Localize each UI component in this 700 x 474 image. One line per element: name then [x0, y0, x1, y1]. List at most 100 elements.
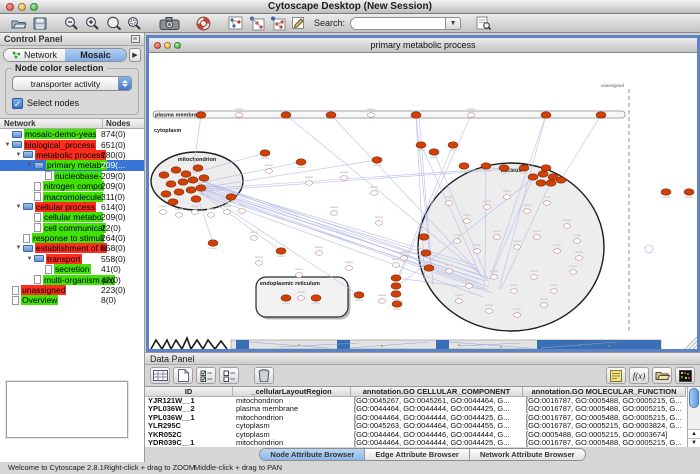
table-row[interactable]: YJR121W__1mitochondrion[GO:0045267, GO:0… — [145, 397, 700, 405]
tab-network[interactable]: Network — [4, 49, 65, 61]
tree-row[interactable]: multi-organism pro42(0) — [0, 274, 144, 284]
graph-node[interactable] — [503, 195, 510, 200]
table-scrollbar[interactable]: ▲ ▼ — [687, 387, 700, 447]
graph-node[interactable] — [453, 239, 460, 244]
import-attributes-icon[interactable] — [652, 367, 672, 384]
table-row[interactable]: YKR052Ccytoplasm[GO:0044464, GO:0044446,… — [145, 431, 700, 439]
graph-node-selected[interactable] — [411, 112, 421, 118]
zoom-selected-button[interactable] — [125, 15, 144, 31]
graph-node[interactable] — [297, 296, 304, 301]
graph-node[interactable] — [490, 275, 497, 280]
graph-node-selected[interactable] — [208, 240, 218, 246]
graph-node[interactable] — [295, 273, 302, 278]
graph-node-selected[interactable] — [424, 265, 434, 271]
expand-arrow-icon[interactable]: ▼ — [14, 245, 23, 251]
tab-mosaic[interactable]: Mosaic — [65, 49, 126, 61]
table-column-header[interactable]: ID — [145, 387, 233, 397]
expand-arrow-icon[interactable]: ▼ — [14, 152, 23, 158]
birds-eye-view[interactable] — [6, 381, 128, 438]
graph-node[interactable] — [465, 284, 472, 289]
graph-node-selected[interactable] — [199, 175, 209, 181]
graph-node[interactable] — [483, 205, 490, 210]
graph-node[interactable] — [513, 245, 520, 250]
graph-node-selected[interactable] — [536, 180, 546, 186]
resize-grip-icon[interactable] — [693, 345, 697, 349]
graph-node-selected[interactable] — [372, 157, 382, 163]
graph-node[interactable] — [569, 270, 576, 275]
graph-node-selected[interactable] — [174, 189, 184, 195]
graph-node[interactable] — [235, 113, 242, 118]
network-window-titlebar[interactable]: primary metabolic process — [149, 38, 697, 53]
graph-node-selected[interactable] — [684, 189, 694, 195]
graph-node[interactable] — [392, 263, 399, 268]
attribute-matrix-icon[interactable] — [675, 367, 695, 384]
tree-row[interactable]: nucleobase-209(0) — [0, 171, 144, 181]
graph-node[interactable] — [563, 224, 570, 229]
graph-node[interactable] — [467, 113, 474, 118]
graph-node-selected[interactable] — [171, 167, 181, 173]
graph-node-selected[interactable] — [276, 248, 286, 254]
graph-node-selected[interactable] — [392, 301, 402, 307]
zoom-out-button[interactable] — [62, 15, 81, 31]
graph-node-selected[interactable] — [596, 112, 606, 118]
graph-node[interactable] — [540, 303, 547, 308]
tree-column-network[interactable]: Network — [0, 119, 102, 128]
graph-node-selected[interactable] — [459, 163, 469, 169]
graph-node[interactable] — [543, 201, 550, 206]
graph-node-selected[interactable] — [556, 177, 566, 183]
table-column-header[interactable]: annotation.GO MOLECULAR_FUNCTION — [523, 387, 686, 397]
graph-node[interactable] — [175, 213, 182, 218]
expand-arrow-icon[interactable]: ▼ — [25, 256, 34, 262]
graph-node[interactable] — [400, 256, 407, 261]
graph-node[interactable] — [255, 261, 262, 266]
scrollbar-thumb[interactable] — [689, 388, 699, 408]
graph-node[interactable] — [345, 266, 352, 271]
tree-column-nodes[interactable]: Nodes — [102, 119, 144, 128]
tree-row[interactable]: ▼metabolic process280(0) — [0, 150, 144, 160]
graph-node-selected[interactable] — [260, 150, 270, 156]
graph-node[interactable] — [375, 221, 382, 226]
graph-node-selected[interactable] — [541, 165, 551, 171]
graph-node-selected[interactable] — [326, 112, 336, 118]
network-canvas[interactable]: plasma membranecytoplasmmitochondrionnuc… — [149, 53, 697, 349]
graph-node-selected[interactable] — [181, 171, 191, 177]
attribute-table-icon[interactable] — [150, 367, 170, 384]
search-input[interactable] — [350, 17, 446, 30]
graph-node[interactable] — [445, 269, 452, 274]
tree-row[interactable]: cell communicat22(0) — [0, 223, 144, 233]
float-panel-icon[interactable] — [131, 35, 140, 43]
graph-node[interactable] — [463, 219, 470, 224]
tree-row[interactable]: ▼transport558(0) — [0, 254, 144, 264]
graph-node-selected[interactable] — [419, 234, 429, 240]
tree-row[interactable]: Overview8(0) — [0, 295, 144, 305]
graph-node[interactable] — [445, 201, 452, 206]
graph-node[interactable] — [223, 210, 230, 215]
tree-row[interactable]: unassigned223(0) — [0, 285, 144, 295]
graph-node[interactable] — [513, 313, 520, 318]
graph-node-selected[interactable] — [519, 165, 529, 171]
graph-node-selected[interactable] — [186, 187, 196, 193]
tab-edge-attribute-browser[interactable]: Edge Attribute Browser — [365, 449, 469, 460]
graph-node-selected[interactable] — [541, 112, 551, 118]
graph-node-selected[interactable] — [481, 163, 491, 169]
open-button[interactable] — [9, 15, 28, 31]
tree-row[interactable]: ▼cellular process614(0) — [0, 202, 144, 212]
node-color-dropdown[interactable]: transporter activity — [12, 76, 132, 91]
function-builder-icon[interactable]: f(x) — [629, 367, 649, 384]
annotations-button[interactable] — [289, 15, 308, 31]
attribute-notes-icon[interactable] — [606, 367, 626, 384]
graph-node[interactable] — [370, 191, 377, 196]
graph-node[interactable] — [305, 181, 312, 186]
graph-node-selected[interactable] — [178, 179, 188, 185]
tree-row[interactable]: macromolecule311(0) — [0, 191, 144, 201]
graph-node[interactable] — [330, 211, 337, 216]
graph-node-selected[interactable] — [448, 142, 458, 148]
vizmap-nodes-button[interactable] — [268, 15, 287, 31]
tree-row[interactable]: ▼primary metabo209(... — [0, 160, 144, 170]
graph-node[interactable] — [473, 249, 480, 254]
zoom-in-button[interactable] — [83, 15, 102, 31]
graph-node-selected[interactable] — [191, 196, 201, 202]
graph-node-selected[interactable] — [354, 292, 364, 298]
table-column-header[interactable]: annotation.GO CELLULAR_COMPONENT — [351, 387, 523, 397]
graph-node[interactable] — [159, 210, 166, 215]
